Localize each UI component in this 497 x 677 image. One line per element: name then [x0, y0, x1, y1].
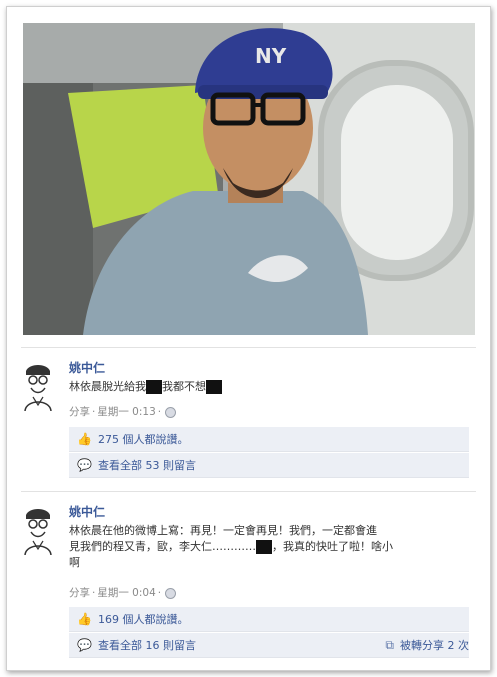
comments-bar[interactable]: 💬 查看全部 53 則留言: [69, 453, 469, 478]
redaction-block: [206, 380, 222, 394]
airplane-selfie-image: NY: [23, 23, 475, 335]
redaction-block: [256, 540, 272, 554]
timestamp[interactable]: 星期一 0:13: [97, 406, 155, 418]
globe-icon: [165, 587, 177, 599]
post-author[interactable]: 姚中仁: [69, 503, 105, 520]
share-link[interactable]: 分享: [69, 587, 90, 599]
likes-count[interactable]: 275 個人都說讚。: [98, 433, 189, 446]
post-meta: 分享 · 星期一 0:13 ·: [69, 404, 177, 419]
thumbs-up-icon: 👍: [77, 432, 92, 446]
comment-icon: 💬: [77, 458, 92, 472]
share-link[interactable]: 分享: [69, 406, 90, 418]
comments-bar[interactable]: 💬 查看全部 16 則留言 ⧉ 被轉分享 2 次: [69, 633, 469, 658]
avatar-sketch-icon: [21, 505, 55, 556]
message-text: 我都不想: [162, 380, 206, 393]
comment-icon: 💬: [77, 638, 92, 652]
post-meta: 分享 · 星期一 0:04 ·: [69, 585, 177, 600]
shares-count[interactable]: 被轉分享 2 次: [400, 639, 469, 652]
post-message: 林依晨在他的微博上寫：再見！一定會再見！我們，一定都會進 見我們的程又青，歐，李…: [69, 523, 479, 571]
message-line: 林依晨在他的微博上寫：再見！一定會再見！我們，一定都會進: [69, 524, 377, 537]
svg-text:NY: NY: [255, 44, 287, 68]
message-text: 見我們的程又青，歐，李大仁…………: [69, 540, 256, 553]
message-line: 啊: [69, 556, 80, 569]
divider: [21, 491, 476, 492]
avatar-sketch-icon: [21, 361, 55, 412]
likes-bar[interactable]: 👍 275 個人都說讚。: [69, 427, 469, 452]
post-photo[interactable]: NY: [23, 23, 475, 335]
divider: [21, 347, 476, 348]
timestamp[interactable]: 星期一 0:04: [97, 587, 155, 599]
message-text: 林依晨脫光給我: [69, 380, 146, 393]
likes-count[interactable]: 169 個人都說讚。: [98, 613, 189, 626]
view-all-comments[interactable]: 查看全部 53 則留言: [98, 459, 196, 472]
avatar[interactable]: [21, 361, 55, 412]
message-text: ，我真的快吐了啦！啥小: [272, 540, 393, 553]
share-icon: ⧉: [385, 638, 394, 652]
post-author[interactable]: 姚中仁: [69, 359, 105, 376]
shares-info[interactable]: ⧉ 被轉分享 2 次: [385, 633, 469, 658]
globe-icon: [165, 406, 177, 418]
message-line: 見我們的程又青，歐，李大仁………… ，我真的快吐了啦！啥小: [69, 539, 479, 555]
redaction-block: [146, 380, 162, 394]
screenshot-frame: NY 姚中仁 林依晨脫光給我 我都不想 分享 · 星期一 0:13 · 👍 27…: [6, 6, 491, 671]
view-all-comments[interactable]: 查看全部 16 則留言: [98, 639, 196, 652]
thumbs-up-icon: 👍: [77, 612, 92, 626]
avatar[interactable]: [21, 505, 55, 556]
post-message: 林依晨脫光給我 我都不想: [69, 379, 222, 395]
likes-bar[interactable]: 👍 169 個人都說讚。: [69, 607, 469, 632]
